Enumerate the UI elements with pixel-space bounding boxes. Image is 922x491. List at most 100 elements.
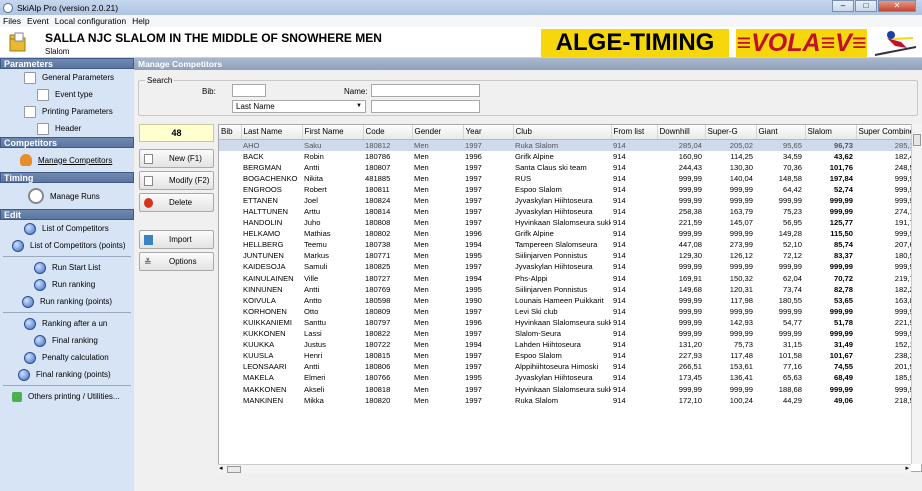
name-input[interactable]: [371, 84, 480, 97]
table-row[interactable]: MAKELA Elmeri 180766 Men 1995 Jyvaskylan Hiih…: [219, 372, 921, 383]
column-header[interactable]: Club: [513, 125, 612, 140]
scroll-right-icon[interactable]: ▸: [905, 464, 909, 472]
sidebar-item-list-of-competitors[interactable]: List of Competitors: [0, 220, 134, 237]
section-timing[interactable]: Timing: [0, 172, 134, 183]
table-row[interactable]: KOIVULA Antto 180598 Men 1990 Lounais Hameen …: [219, 295, 921, 306]
menu-files[interactable]: Files: [3, 16, 21, 26]
sidebar-item-list-of-competitors-points[interactable]: List of Competitors (points): [0, 237, 134, 254]
vertical-scrollbar[interactable]: [911, 124, 922, 464]
table-row[interactable]: HANDOLIN Juho 180808 Men 1997 Hyvinkaan Slalo…: [219, 217, 921, 228]
menu-event[interactable]: Event: [27, 16, 49, 26]
table-row[interactable]: ETTANEN Joel 180824 Men 1997 Jyvaskylan Hiiht…: [219, 195, 921, 206]
delete-button[interactable]: Delete: [139, 193, 214, 212]
sidebar-item-event-type[interactable]: Event type: [0, 86, 134, 103]
column-header[interactable]: Bib: [219, 125, 242, 140]
close-button[interactable]: ✕: [878, 0, 916, 12]
table-row[interactable]: JUNTUNEN Markus 180771 Men 1995 Siilinjarven …: [219, 250, 921, 261]
table-row[interactable]: HELKAMO Mathias 180802 Men 1996 Grifk Alpine 9…: [219, 228, 921, 239]
table-row[interactable]: KUUKKA Justus 180722 Men 1994 Lahden Hiihtose…: [219, 339, 921, 350]
sidebar-item-run-ranking[interactable]: Run ranking: [0, 276, 134, 293]
column-header[interactable]: Slalom: [805, 125, 857, 140]
modify-button[interactable]: Modify (F2): [139, 171, 214, 190]
sidebar-item-run-start-list[interactable]: Run Start List: [0, 259, 134, 276]
table-row[interactable]: BACK Robin 180786 Men 1996 Grifk Alpine 914 160…: [219, 151, 921, 162]
table-row[interactable]: BERGMAN Antti 180807 Men 1997 Santa Claus ski…: [219, 162, 921, 173]
table-cell: 914: [613, 240, 626, 250]
sidebar-item-header[interactable]: Header: [0, 120, 134, 137]
sidebar-item-printing-parameters[interactable]: Printing Parameters: [0, 103, 134, 120]
table-cell: 1995: [465, 373, 482, 383]
globe-icon: [34, 334, 46, 347]
import-button[interactable]: Import: [139, 230, 214, 249]
sidebar-item-final-ranking-points[interactable]: Final ranking (points): [0, 366, 134, 383]
table-row[interactable]: HALTTUNEN Arttu 180814 Men 1997 Jyvaskylan Hi…: [219, 206, 921, 217]
sort-value-input[interactable]: [371, 100, 480, 113]
column-header[interactable]: Last Name: [241, 125, 303, 140]
table-row[interactable]: KORHONEN Otto 180809 Men 1997 Levi Ski club 91…: [219, 306, 921, 317]
minimize-button[interactable]: –: [832, 0, 854, 12]
column-header[interactable]: Code: [363, 125, 413, 140]
table-cell: KOIVULA: [243, 295, 276, 305]
table-row[interactable]: BOGACHENKO Nikita 481885 Men 1997 RUS 914 999,9…: [219, 173, 921, 184]
table-cell: 914: [613, 229, 626, 239]
sidebar-item-ranking-after-a-un[interactable]: Ranking after a un: [0, 315, 134, 332]
column-header[interactable]: Gender: [412, 125, 464, 140]
column-header[interactable]: Year: [463, 125, 514, 140]
table-cell: Juho: [304, 218, 321, 228]
options-button[interactable]: ≚ Options: [139, 252, 214, 271]
section-competitors[interactable]: Competitors: [0, 137, 134, 148]
table-row[interactable]: ENGROOS Robert 180811 Men 1997 Espoo Slalom 91…: [219, 184, 921, 195]
table-cell: 115,50: [830, 229, 853, 239]
table-row[interactable]: AHO Saku 180812 Men 1997 Ruka Slalom 914 285,04…: [219, 139, 921, 151]
table-row[interactable]: KUIKKANIEMI Santtu 180797 Men 1996 Hyvinkaan …: [219, 317, 921, 328]
table-cell: 266,51: [678, 362, 702, 372]
table-cell: 140,04: [729, 173, 753, 183]
scroll-thumb[interactable]: [227, 466, 241, 473]
table-cell: Santtu: [304, 317, 326, 327]
section-parameters[interactable]: Parameters: [0, 58, 134, 69]
table-cell: Men: [414, 251, 429, 261]
column-header[interactable]: Giant: [756, 125, 806, 140]
menu-help[interactable]: Help: [132, 16, 149, 26]
competitors-grid[interactable]: Bib Last Name First Name Code Gender Year Club…: [218, 124, 922, 472]
sidebar-item-penalty-calculation[interactable]: Penalty calculation: [0, 349, 134, 366]
table-cell: 999,99: [678, 384, 702, 394]
maximize-button[interactable]: □: [855, 0, 877, 12]
table-cell: 914: [611, 139, 657, 151]
scroll-left-icon[interactable]: ◂: [219, 464, 223, 472]
table-cell: 149,28: [778, 229, 802, 239]
horizontal-scrollbar[interactable]: ◂ ▸: [218, 464, 911, 473]
column-header[interactable]: Downhill: [657, 125, 706, 140]
table-row[interactable]: HELLBERG Teemu 180738 Men 1994 Tampereen Slal…: [219, 239, 921, 250]
sort-select[interactable]: Last Name ▼: [232, 100, 366, 113]
sidebar-item-general-parameters[interactable]: General Parameters: [0, 69, 134, 86]
table-cell: 914: [613, 384, 626, 394]
menu-local-configuration[interactable]: Local configuration: [55, 16, 126, 26]
bib-input[interactable]: [232, 84, 266, 97]
table-row[interactable]: MANKINEN Mikka 180820 Men 1997 Ruka Slalom 914…: [219, 395, 921, 406]
column-header[interactable]: Super-G: [705, 125, 757, 140]
column-header[interactable]: From list: [611, 125, 658, 140]
section-edit[interactable]: Edit: [0, 209, 134, 220]
table-row[interactable]: MAKKONEN Akseli 180818 Men 1997 Hyvinkaan Sla…: [219, 383, 921, 394]
table-row[interactable]: KUUSLA Henri 180815 Men 1997 Espoo Slalom 914 2…: [219, 350, 921, 361]
column-header[interactable]: First Name: [302, 125, 364, 140]
table-cell: Men: [414, 229, 429, 239]
table-cell: 52,10: [782, 240, 802, 250]
table-row[interactable]: KAIDESOJA Samuli 180825 Men 1997 Jyvaskylan H…: [219, 261, 921, 272]
table-row[interactable]: LEONSAARI Antti 180806 Men 1997 Alppihiihtose…: [219, 361, 921, 372]
scroll-thumb[interactable]: [913, 134, 921, 146]
table-cell: KUUKKA: [243, 340, 275, 350]
table-row[interactable]: KUKKONEN Lassi 180822 Men 1997 Slalom-Seura 91…: [219, 328, 921, 339]
table-cell: 999,99: [778, 195, 802, 205]
table-cell: 999,99: [778, 329, 802, 339]
table-cell: Antti: [304, 284, 320, 294]
new-button[interactable]: New (F1): [139, 149, 214, 168]
table-row[interactable]: KINNUNEN Antti 180769 Men 1995 Siilinjarven P…: [219, 284, 921, 295]
sidebar-item-others-printing[interactable]: Others printing / Utilities...: [0, 388, 134, 405]
sidebar-item-run-ranking-points[interactable]: Run ranking (points): [0, 293, 134, 310]
sidebar-item-manage-runs[interactable]: Manage Runs: [0, 183, 134, 209]
sidebar-item-final-ranking[interactable]: Final ranking: [0, 332, 134, 349]
table-row[interactable]: KAINULAINEN Ville 180727 Men 1994 Phs-Alppi 91…: [219, 273, 921, 284]
sidebar-item-manage-competitors[interactable]: Manage Competitors: [0, 148, 134, 172]
